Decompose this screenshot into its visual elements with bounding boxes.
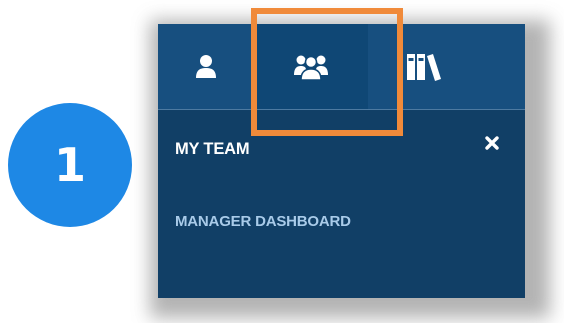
step-number: 1 xyxy=(53,138,86,192)
user-icon xyxy=(195,54,217,80)
tab-my-team[interactable] xyxy=(254,24,368,109)
my-team-panel: MY TEAM MANAGER DASHBOARD xyxy=(158,24,525,298)
step-number-badge: 1 xyxy=(8,103,132,227)
screenshot-canvas: 1 MY TEAM MANAGER DASHBOARD xyxy=(0,0,564,323)
manager-dashboard-link[interactable]: MANAGER DASHBOARD xyxy=(175,213,351,230)
tab-profile[interactable] xyxy=(158,24,254,109)
team-icon xyxy=(294,53,328,81)
close-icon[interactable] xyxy=(481,132,503,154)
tab-library[interactable] xyxy=(368,24,525,109)
panel-tab-bar xyxy=(158,24,525,110)
panel-title: MY TEAM xyxy=(175,140,250,158)
library-icon xyxy=(406,52,442,82)
